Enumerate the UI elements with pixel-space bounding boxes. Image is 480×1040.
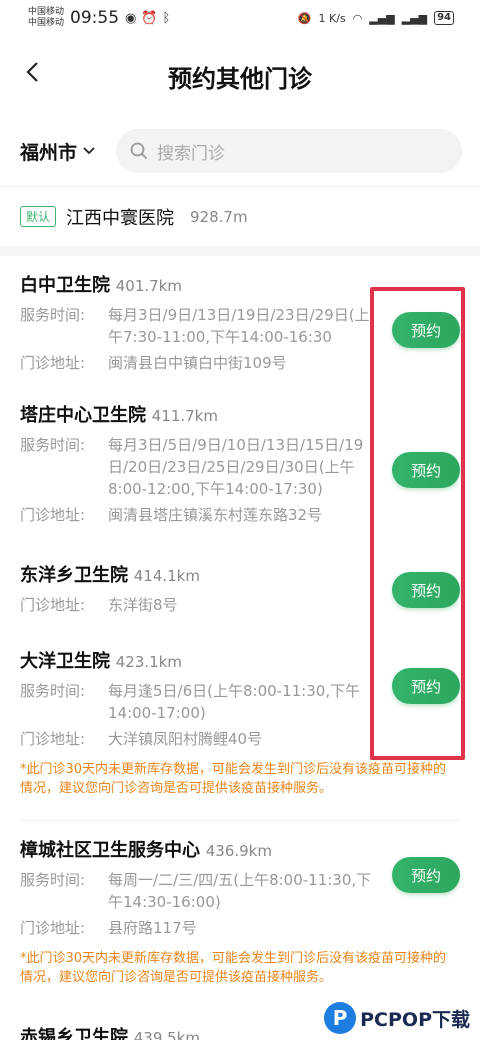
- status-bar: 中国移动 中国移动 09:55 ◉ ⏰ ᛒ 🔕 1 K/s ◠ ▂▄▆ ▂▄▆ …: [0, 0, 480, 36]
- pcpop-logo-icon: P: [324, 1002, 357, 1034]
- clinic-item: 白中卫生院 401.7km 服务时间: 每月3日/9日/13日/19日/23日/…: [20, 256, 460, 386]
- clinic-distance: 414.1km: [133, 567, 200, 585]
- address-label: 门诊地址:: [20, 354, 86, 372]
- watermark: P PCPOP下载: [320, 996, 474, 1040]
- mute-icon: 🔕: [297, 11, 312, 25]
- city-selector[interactable]: 福州市: [20, 138, 116, 165]
- address-value: 东洋街8号: [108, 596, 178, 614]
- status-left: 中国移动 中国移动 09:55 ◉ ⏰ ᛒ: [28, 7, 170, 29]
- watermark-text: PCPOP下载: [360, 1008, 470, 1031]
- clinic-header: 塔庄中心卫生院 411.7km: [20, 402, 460, 430]
- clinic-header: 大洋卫生院 423.1km: [20, 648, 460, 676]
- clinic-header: 樟城社区卫生服务中心 436.9km: [20, 837, 460, 865]
- chevron-left-icon: [26, 62, 38, 82]
- alarm-icon: ⏰: [141, 10, 158, 26]
- book-button[interactable]: 预约: [392, 857, 460, 893]
- stock-warning-note: *此门诊30天内未更新库存数据，可能会发生到门诊后没有该疫苗可接种的情况，建议您…: [20, 951, 447, 985]
- address-value: 县府路117号: [108, 919, 197, 937]
- clinic-name: 樟城社区卫生服务中心: [20, 840, 200, 861]
- book-button[interactable]: 预约: [392, 452, 460, 488]
- address-row: 门诊地址: 大洋镇凤阳村腾鲤40号: [20, 728, 460, 750]
- eye-icon: ◉: [125, 10, 137, 26]
- search-placeholder: 搜索门诊: [157, 143, 225, 164]
- service-time-value: 每月3日/9日/13日/19日/23日/29日(上午7:30-11:00,下午1…: [108, 306, 370, 346]
- default-clinic-row[interactable]: 默认 江西中寰医院 928.7m: [0, 186, 480, 246]
- back-button[interactable]: [18, 58, 46, 86]
- clinic-name: 大洋卫生院: [20, 651, 110, 672]
- clinic-item: 东洋乡卫生院 414.1km 门诊地址: 东洋街8号 预约: [20, 546, 460, 632]
- search-row: 福州市 搜索门诊: [0, 116, 480, 186]
- status-time: 09:55: [70, 8, 120, 28]
- page-title: 预约其他门诊: [168, 64, 312, 93]
- address-label: 门诊地址:: [20, 596, 86, 614]
- address-value: 闽清县塔庄镇溪东村莲东路32号: [108, 506, 323, 524]
- clinic-name: 塔庄中心卫生院: [20, 405, 146, 426]
- default-clinic-name: 江西中寰医院: [66, 207, 175, 229]
- address-label: 门诊地址:: [20, 506, 86, 524]
- clinic-distance: 401.7km: [115, 277, 182, 295]
- clinic-distance: 423.1km: [115, 653, 182, 671]
- address-value: 闽清县白中镇白中街109号: [108, 354, 287, 372]
- default-clinic-distance: 928.7m: [190, 207, 248, 226]
- service-time-label: 服务时间:: [20, 436, 86, 454]
- battery-icon: 94: [434, 11, 454, 25]
- address-row: 门诊地址: 闽清县塔庄镇溪东村莲东路32号: [20, 504, 460, 526]
- nav-header: 预约其他门诊: [0, 36, 480, 116]
- wifi-icon: ◠: [352, 11, 363, 25]
- signal-icon-2: ▂▄▆: [401, 11, 428, 25]
- clinic-name: 白中卫生院: [20, 275, 110, 296]
- default-tag: 默认: [20, 206, 57, 227]
- clinic-item: 大洋卫生院 423.1km 服务时间: 每月逢5日/6日(上午8:00-11:3…: [20, 632, 460, 820]
- section-divider: [0, 246, 480, 256]
- address-label: 门诊地址:: [20, 919, 86, 937]
- bluetooth-icon: ᛒ: [162, 10, 171, 26]
- signal-icon: ▂▄▆: [369, 11, 395, 25]
- book-button[interactable]: 预约: [392, 312, 460, 348]
- carrier-labels: 中国移动 中国移动: [28, 7, 64, 29]
- chevron-down-icon: [83, 147, 95, 155]
- clinic-name: 东洋乡卫生院: [20, 565, 128, 586]
- service-time-label: 服务时间:: [20, 682, 86, 700]
- search-icon: [130, 142, 148, 160]
- book-button[interactable]: 预约: [392, 572, 460, 608]
- carrier-1: 中国移动: [28, 7, 65, 17]
- service-time-label: 服务时间:: [20, 306, 86, 324]
- clinic-name: 赤锡乡卫生院: [20, 1027, 128, 1040]
- book-button[interactable]: 预约: [392, 668, 460, 704]
- clinic-distance: 439.5km: [133, 1029, 200, 1040]
- address-row: 门诊地址: 县府路117号: [20, 917, 460, 939]
- address-value: 大洋镇凤阳村腾鲤40号: [108, 730, 263, 748]
- net-speed: 1 K/s: [318, 11, 346, 25]
- carrier-2: 中国移动: [28, 18, 65, 28]
- clinic-item: 塔庄中心卫生院 411.7km 服务时间: 每月3日/5日/9日/10日/13日…: [20, 386, 460, 546]
- search-input[interactable]: 搜索门诊: [116, 129, 462, 173]
- service-time-value: 每月3日/5日/9日/10日/13日/15日/19日/20日/23日/25日/2…: [108, 436, 364, 498]
- address-label: 门诊地址:: [20, 730, 86, 748]
- clinic-distance: 411.7km: [151, 407, 218, 425]
- service-time-value: 每月逢5日/6日(上午8:00-11:30,下午14:00-17:00): [108, 682, 361, 722]
- address-row: 门诊地址: 闽清县白中镇白中街109号: [20, 352, 460, 374]
- clinic-distance: 436.9km: [205, 842, 272, 860]
- clinic-header: 白中卫生院 401.7km: [20, 272, 460, 300]
- clinic-list: 白中卫生院 401.7km 服务时间: 每月3日/9日/13日/19日/23日/…: [0, 256, 480, 1040]
- city-label: 福州市: [20, 141, 78, 164]
- service-time-value: 每周一/二/三/四/五(上午8:00-11:30,下午14:30-16:00): [108, 871, 372, 911]
- service-time-label: 服务时间:: [20, 871, 86, 889]
- clinic-item: 樟城社区卫生服务中心 436.9km 服务时间: 每周一/二/三/四/五(上午8…: [20, 820, 460, 1008]
- status-icons: ◉ ⏰ ᛒ: [125, 11, 170, 26]
- status-right: 🔕 1 K/s ◠ ▂▄▆ ▂▄▆ 94: [298, 11, 454, 25]
- stock-warning-note: *此门诊30天内未更新库存数据，可能会发生到门诊后没有该疫苗可接种的情况，建议您…: [20, 762, 447, 796]
